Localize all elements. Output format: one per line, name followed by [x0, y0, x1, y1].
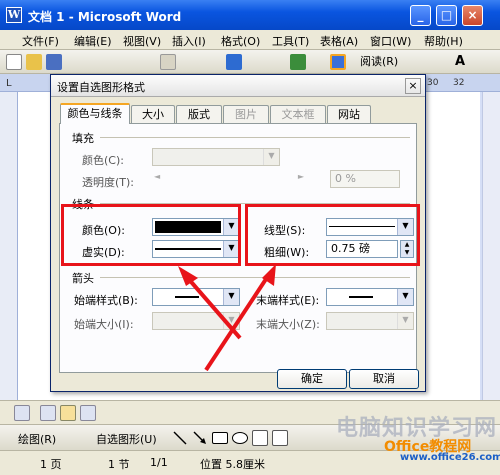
watermark: 电脑知识学习网 Office教程网 www.office26.com — [318, 406, 500, 466]
arrow-left-head — [178, 266, 198, 286]
arrow-tool-icon[interactable] — [192, 430, 208, 446]
status-page: 1 页 — [40, 458, 62, 471]
autoshapes-menu[interactable]: 自选图形(U) — [96, 431, 157, 447]
vertical-textbox-tool-icon[interactable] — [272, 430, 288, 446]
oval-tool-icon[interactable] — [232, 432, 248, 444]
read-view-icon[interactable] — [80, 405, 96, 421]
tab-colors-and-lines[interactable]: 颜色与线条 — [60, 103, 130, 124]
line-tool-icon[interactable] — [172, 430, 188, 446]
watermark-url: www.office26.com — [400, 452, 500, 463]
rectangle-tool-icon[interactable] — [212, 432, 228, 444]
print-view-icon[interactable] — [60, 405, 76, 421]
textbox-tool-icon[interactable] — [252, 430, 268, 446]
arrow-right-line — [204, 274, 270, 372]
status-section: 1 节 — [108, 458, 130, 471]
status-position: 位置 5.8厘米 — [200, 458, 265, 471]
status-pages: 1/1 — [150, 456, 168, 469]
web-view-icon[interactable] — [40, 405, 56, 421]
normal-view-icon[interactable] — [14, 405, 30, 421]
draw-menu[interactable]: 绘图(R) — [18, 431, 56, 447]
